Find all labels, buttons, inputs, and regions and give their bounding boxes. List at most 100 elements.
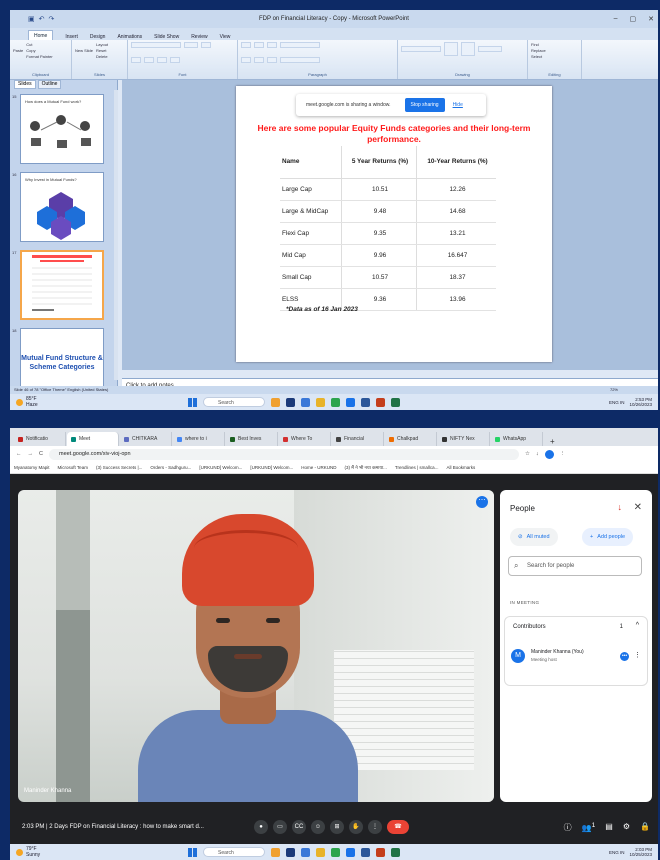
profile-avatar[interactable] (544, 449, 554, 459)
bookmark[interactable]: [URKUND] Welcom... (250, 465, 293, 470)
quick-styles-button[interactable] (461, 42, 475, 56)
language-indicator[interactable]: ENG IN (609, 400, 625, 405)
browser-tab[interactable]: NIFTY Nex (438, 432, 490, 446)
delete-button[interactable]: Delete (96, 54, 108, 59)
app-icon[interactable] (286, 847, 295, 857)
windows-start-icon[interactable] (188, 397, 197, 407)
numbering-button[interactable] (254, 42, 264, 48)
bookmark[interactable]: Trendlines | smallca... (395, 465, 439, 470)
shape-fill-button[interactable] (478, 46, 502, 52)
reload-icon[interactable]: C (39, 451, 43, 457)
hide-share-bar-link[interactable]: Hide (453, 102, 463, 108)
indent-button[interactable] (267, 42, 277, 48)
language-indicator[interactable]: ENG IN (609, 850, 625, 855)
forward-icon[interactable]: → (28, 451, 34, 457)
file-explorer-icon[interactable] (316, 397, 325, 407)
reset-button[interactable]: Reset (96, 48, 108, 53)
browser-tab[interactable]: Notificatio (14, 432, 66, 446)
excel-icon[interactable] (391, 847, 400, 857)
browser-tab[interactable]: Financial (332, 432, 384, 446)
end-call-button[interactable]: ☎ (387, 820, 409, 834)
chat-icon[interactable]: ▤ (605, 822, 613, 833)
participant-video[interactable]: ⋯ Maninder Khanna (18, 490, 494, 802)
app-icon[interactable] (331, 397, 340, 407)
all-bookmarks[interactable]: All Bookmarks (446, 465, 475, 470)
weather-widget[interactable]: 79°F Sunny (16, 846, 40, 858)
copy-button[interactable]: Copy (26, 48, 52, 53)
center-button[interactable] (254, 57, 264, 63)
underline-button[interactable] (157, 57, 167, 63)
layout-button[interactable]: Layout (96, 42, 108, 47)
slide-thumbnail[interactable]: How does a Mutual Fund work? (20, 94, 104, 164)
text-direction-button[interactable] (280, 42, 320, 48)
browser-tab[interactable]: WhatsApp (491, 432, 543, 446)
cut-button[interactable]: Cut (26, 42, 52, 47)
tab-home[interactable]: Home (28, 30, 54, 40)
url-bar[interactable]: meet.google.com/xiv-vioj-opn (48, 448, 519, 460)
italic-button[interactable] (144, 57, 154, 63)
back-icon[interactable]: ← (16, 451, 22, 457)
bookmark[interactable]: Home - URKUND (301, 465, 336, 470)
camera-icon[interactable]: ▭ (273, 820, 287, 834)
browser-tab[interactable]: where to i (173, 432, 225, 446)
new-tab-icon[interactable]: + (544, 437, 561, 446)
font-name-select[interactable] (131, 42, 181, 48)
people-icon[interactable]: 👥1 (582, 822, 596, 833)
browser-tab[interactable]: Best Inves (226, 432, 278, 446)
bullets-button[interactable] (241, 42, 251, 48)
current-slide[interactable]: meet.google.com is sharing a window. Sto… (236, 86, 552, 362)
select-button[interactable]: Select (531, 54, 578, 59)
windows-start-icon[interactable] (188, 847, 197, 857)
word-icon[interactable] (361, 397, 370, 407)
host-controls-icon[interactable]: 🔒 (640, 822, 650, 833)
format-painter-button[interactable]: Format Painter (26, 54, 52, 59)
align-right-button[interactable] (267, 57, 277, 63)
browser-tab[interactable]: CHITKARA (120, 432, 172, 446)
zoom-level[interactable]: 72% (610, 386, 618, 394)
raise-hand-icon[interactable]: ✋ (349, 820, 363, 834)
taskbar-search[interactable]: Search (203, 397, 265, 407)
all-muted-button[interactable]: ⊘ All muted (510, 528, 558, 546)
powerpoint-icon[interactable] (376, 847, 385, 857)
emoji-icon[interactable]: ☺ (311, 820, 325, 834)
star-icon[interactable]: ☆ (525, 451, 530, 457)
chrome-icon[interactable] (346, 847, 355, 857)
browser-tab[interactable]: Where To (279, 432, 331, 446)
info-icon[interactable]: ⓘ (564, 822, 572, 833)
bookmark[interactable]: Orders - Sadhguru... (150, 465, 191, 470)
file-explorer-icon[interactable] (316, 847, 325, 857)
minimize-icon[interactable]: – (614, 15, 618, 23)
slide-thumbnail-selected[interactable] (20, 250, 104, 320)
download-icon[interactable]: ↓ (536, 451, 539, 457)
bookmark[interactable]: (3) मैं ने भी नया कमाया... (345, 465, 387, 471)
kebab-menu-icon[interactable]: ⋮ (634, 651, 641, 659)
grow-font-button[interactable] (201, 42, 211, 48)
browser-tab[interactable]: Chalkpad (385, 432, 437, 446)
close-icon[interactable]: ✕ (648, 15, 654, 23)
app-icon[interactable] (301, 397, 310, 407)
app-icon[interactable] (331, 847, 340, 857)
weather-widget[interactable]: 85°F Haze (16, 396, 38, 408)
more-options-icon[interactable]: ••• (620, 652, 629, 661)
add-people-button[interactable]: + Add people (582, 528, 634, 546)
panel-scrollbar[interactable] (114, 90, 118, 380)
excel-icon[interactable] (391, 397, 400, 407)
arrange-button[interactable] (444, 42, 458, 56)
captions-icon[interactable]: CC (292, 820, 306, 834)
chrome-icon[interactable] (346, 397, 355, 407)
browser-tab-active[interactable]: Meet (67, 432, 119, 446)
font-color-button[interactable] (170, 57, 180, 63)
close-icon[interactable]: ✕ (634, 502, 642, 513)
tab-outline[interactable]: Outline (37, 80, 62, 89)
bookmark[interactable]: Microsoft Team (58, 465, 88, 470)
bookmark[interactable]: Myanatomy Mapit (14, 465, 50, 470)
video-options-icon[interactable]: ⋯ (476, 496, 488, 508)
maximize-icon[interactable]: ▢ (630, 15, 637, 23)
find-button[interactable]: Find (531, 42, 578, 47)
stop-sharing-button[interactable]: Stop sharing (404, 98, 445, 112)
new-slide-button[interactable]: New Slide (75, 48, 93, 53)
mic-icon[interactable]: ● (254, 820, 268, 834)
word-icon[interactable] (361, 847, 370, 857)
tab-slides[interactable]: Slides (14, 80, 36, 89)
slide-thumbnail[interactable]: Why Invest in Mutual Funds? (20, 172, 104, 242)
